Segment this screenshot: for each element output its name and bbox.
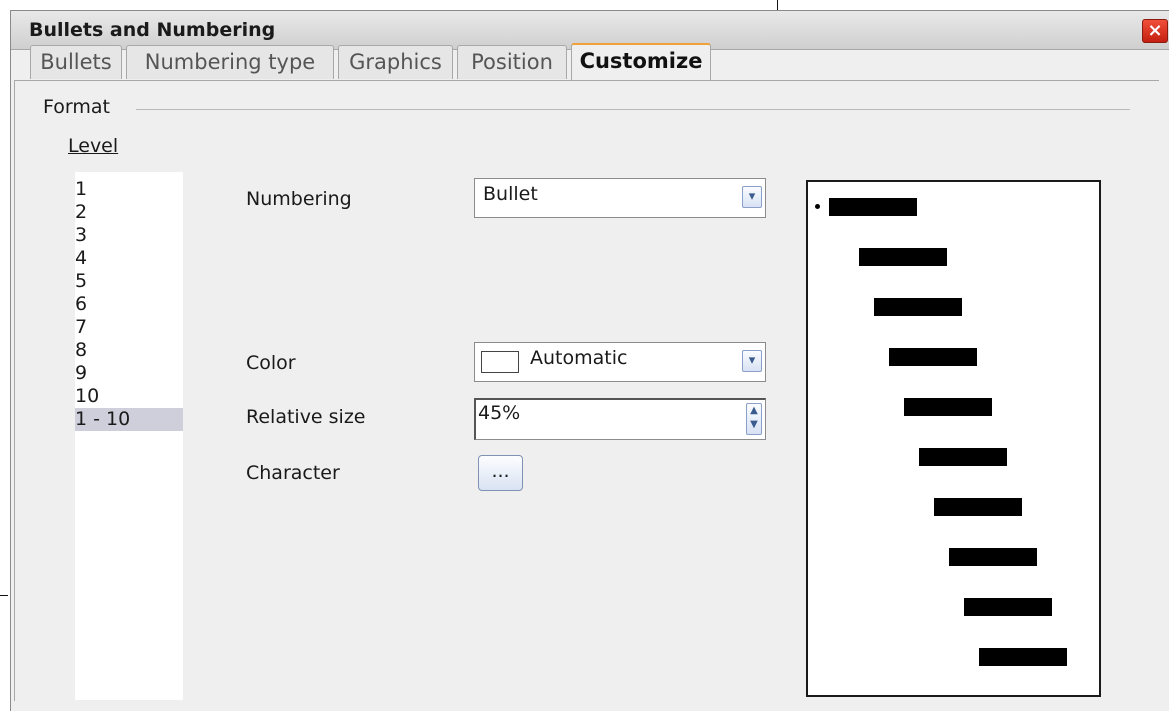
level-item[interactable]: 8 [75, 339, 183, 362]
level-item[interactable]: 5 [75, 270, 183, 293]
preview-line [919, 448, 1007, 466]
relative-size-label: Relative size [246, 406, 366, 428]
level-item[interactable]: 9 [75, 362, 183, 385]
level-label: Level [68, 135, 119, 157]
preview-line [904, 398, 992, 416]
spin-up-down-icon[interactable]: ▲ ▼ [746, 403, 762, 435]
color-label: Color [246, 352, 296, 374]
level-item[interactable]: 6 [75, 293, 183, 316]
chevron-down-icon[interactable]: ▾ [742, 350, 762, 372]
color-select[interactable]: Automatic ▾ [474, 342, 766, 382]
character-label: Character [246, 462, 340, 484]
close-button[interactable]: × [1142, 19, 1168, 43]
preview-bullet [815, 204, 820, 209]
preview-line [829, 198, 917, 216]
close-icon: × [1147, 20, 1163, 41]
level-item[interactable]: 7 [75, 316, 183, 339]
preview-line [949, 548, 1037, 566]
select-character-button[interactable]: ... [478, 455, 523, 491]
relative-size-value: 45% [478, 402, 521, 424]
tab-position[interactable]: Position [457, 45, 567, 79]
background-edge-mark [0, 595, 8, 596]
numbering-select[interactable]: Bullet ▾ [474, 178, 766, 218]
level-item[interactable]: 1 [75, 178, 183, 201]
background-edge-mark [777, 0, 778, 10]
level-item[interactable]: 10 [75, 385, 183, 408]
preview-line [889, 348, 977, 366]
level-item[interactable]: 3 [75, 224, 183, 247]
tab-customize[interactable]: Customize [571, 43, 711, 81]
numbering-value: Bullet [483, 183, 538, 205]
format-section-label: Format [43, 96, 116, 118]
tab-graphics[interactable]: Graphics [338, 45, 453, 79]
dialog-title: Bullets and Numbering [29, 19, 276, 41]
numbering-label: Numbering [246, 188, 352, 210]
preview-line [934, 498, 1022, 516]
preview-line [979, 648, 1067, 666]
level-list[interactable]: 1 2 3 4 5 6 7 8 9 10 1 - 10 [75, 172, 183, 700]
preview-pane [806, 180, 1101, 697]
level-item[interactable]: 2 [75, 201, 183, 224]
level-item[interactable]: 4 [75, 247, 183, 270]
tab-bullets[interactable]: Bullets [30, 45, 122, 79]
relative-size-spinbox[interactable]: 45% ▲ ▼ [474, 398, 766, 440]
preview-line [859, 248, 947, 266]
level-item-selected[interactable]: 1 - 10 [75, 408, 183, 431]
preview-line [874, 298, 962, 316]
color-value: Automatic [530, 347, 628, 369]
preview-line [964, 598, 1052, 616]
tab-numbering-type[interactable]: Numbering type [126, 45, 334, 79]
color-swatch [481, 351, 519, 373]
format-divider [136, 109, 1130, 110]
chevron-down-icon[interactable]: ▾ [742, 186, 762, 208]
